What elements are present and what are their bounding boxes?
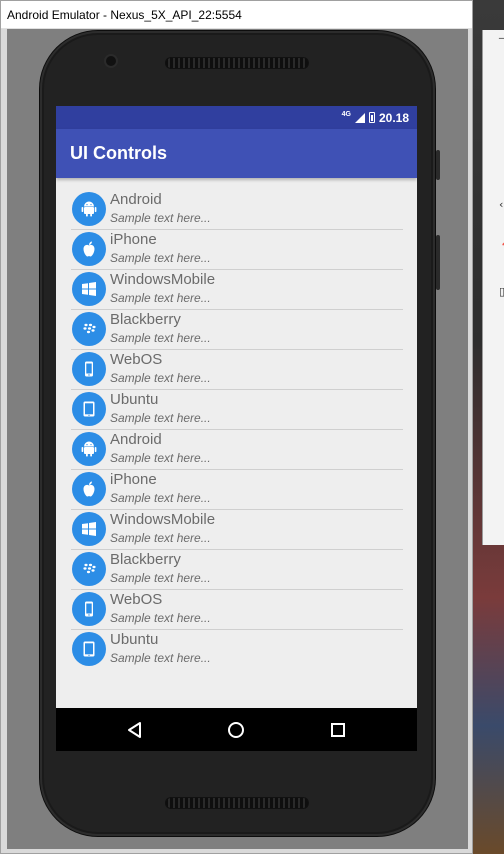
phone-screen: 4G 20.18 UI Controls Android Sample text … — [56, 106, 417, 751]
volume-rocker[interactable] — [436, 235, 440, 290]
status-time: 20.18 — [378, 110, 409, 125]
list-item[interactable]: WindowsMobile Sample text here... — [71, 510, 403, 550]
list-item-title: Android — [110, 431, 162, 448]
apple-icon — [72, 232, 106, 266]
background-window-glyph: ‹ — [499, 198, 504, 211]
list-item-title: WindowsMobile — [110, 271, 216, 288]
list-item[interactable]: Blackberry Sample text here... — [71, 310, 403, 350]
list-item-subtitle: Sample text here... — [110, 451, 211, 465]
list-item-title: iPhone — [110, 471, 157, 488]
list-item[interactable]: iPhone Sample text here... — [71, 230, 403, 270]
battery-icon — [368, 112, 375, 123]
blackberry-icon — [72, 312, 106, 346]
list-item-title: iPhone — [110, 231, 157, 248]
windows-icon — [72, 272, 106, 306]
list-item[interactable]: Ubuntu Sample text here... — [71, 630, 403, 669]
tablet-icon — [72, 392, 106, 426]
list-item-subtitle: Sample text here... — [110, 651, 211, 665]
list-item-subtitle: Sample text here... — [110, 491, 211, 505]
list-item[interactable]: iPhone Sample text here... — [71, 470, 403, 510]
list-item-subtitle: Sample text here... — [110, 211, 211, 225]
network-type: 4G — [341, 111, 351, 118]
apple-icon — [72, 472, 106, 506]
list-item[interactable]: Ubuntu Sample text here... — [71, 390, 403, 430]
platform-list: Android Sample text here... iPhone Sample t… — [56, 190, 417, 669]
background-window[interactable]: ‾ ‹ ❓ ▯ — [482, 30, 504, 545]
list-item-subtitle: Sample text here... — [110, 371, 211, 385]
list-item[interactable]: WebOS Sample text here... — [71, 350, 403, 390]
list-item-title: WindowsMobile — [110, 511, 216, 528]
top-speaker-grille — [165, 57, 309, 69]
back-icon[interactable] — [125, 720, 145, 740]
list-item-title: Ubuntu — [110, 631, 159, 648]
navigation-bar — [56, 708, 417, 751]
window-title[interactable]: Android Emulator - Nexus_5X_API_22:5554 — [1, 1, 472, 29]
background-window-glyph: ▯ — [499, 285, 504, 298]
list-item-subtitle: Sample text here... — [110, 291, 211, 305]
status-icons: 4G 20.18 — [342, 106, 409, 129]
phone-icon — [72, 592, 106, 626]
phone-icon — [72, 352, 106, 386]
windows-icon — [72, 512, 106, 546]
signal-icon — [354, 112, 365, 123]
android-icon — [72, 192, 106, 226]
list-item-title: WebOS — [110, 351, 163, 368]
tablet-icon — [72, 632, 106, 666]
list-item-title: Android — [110, 191, 162, 208]
power-button[interactable] — [436, 150, 440, 180]
list-item[interactable]: WindowsMobile Sample text here... — [71, 270, 403, 310]
list-item[interactable]: Blackberry Sample text here... — [71, 550, 403, 590]
background-window-glyph: ‾ — [499, 36, 504, 49]
background-window-glyph: ❓ — [499, 242, 504, 255]
list-item-subtitle: Sample text here... — [110, 611, 211, 625]
list-item-title: Blackberry — [110, 551, 181, 568]
home-icon[interactable] — [226, 720, 246, 740]
blackberry-icon — [72, 552, 106, 586]
list-item-subtitle: Sample text here... — [110, 531, 211, 545]
list-item-subtitle: Sample text here... — [110, 331, 211, 345]
status-bar: 4G 20.18 — [56, 106, 417, 129]
recents-icon[interactable] — [328, 720, 348, 740]
bottom-speaker-grille — [165, 797, 309, 809]
list-item-title: Blackberry — [110, 311, 181, 328]
android-icon — [72, 432, 106, 466]
list-item-subtitle: Sample text here... — [110, 571, 211, 585]
list-item[interactable]: Android Sample text here... — [71, 190, 403, 230]
front-camera — [106, 56, 116, 66]
app-title: UI Controls — [70, 143, 167, 163]
list-item[interactable]: Android Sample text here... — [71, 430, 403, 470]
list-item-title: WebOS — [110, 591, 163, 608]
list-item-subtitle: Sample text here... — [110, 251, 211, 265]
app-bar: UI Controls — [56, 129, 417, 178]
list-item-subtitle: Sample text here... — [110, 411, 211, 425]
list-item[interactable]: WebOS Sample text here... — [71, 590, 403, 630]
list-item-title: Ubuntu — [110, 391, 159, 408]
